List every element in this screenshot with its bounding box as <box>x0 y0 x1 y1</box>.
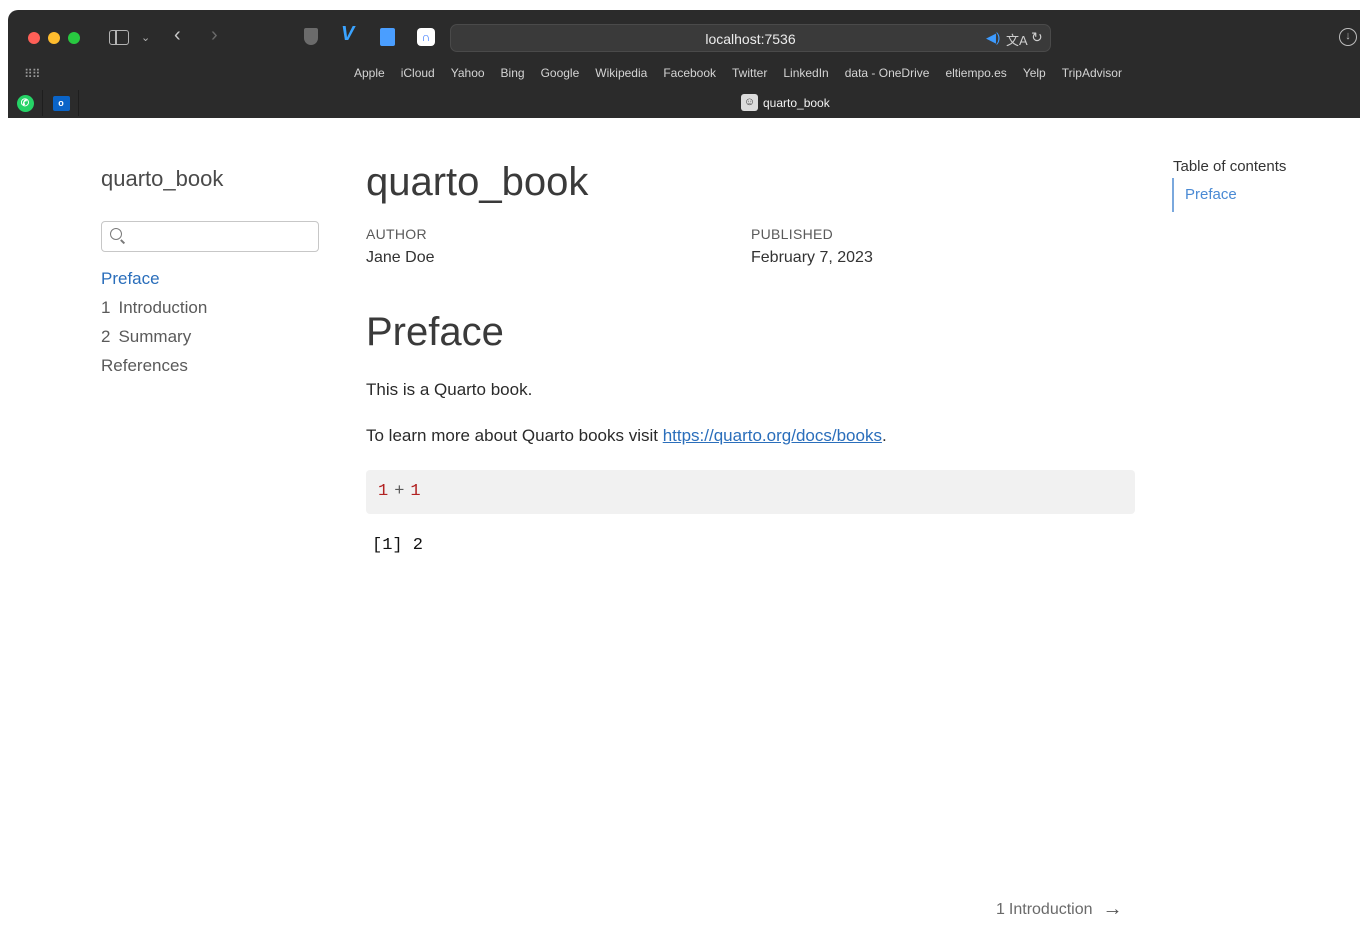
outlook-icon: o <box>52 95 70 111</box>
favorite-link[interactable]: Google <box>541 66 580 80</box>
author-value: Jane Doe <box>366 249 435 266</box>
paragraph-punctuation: . <box>881 426 887 445</box>
sidebar-item-summary[interactable]: 2 Summary <box>101 326 207 355</box>
shield-extension-icon[interactable] <box>304 28 318 45</box>
pinned-tab-outlook[interactable]: o <box>44 90 79 116</box>
minimize-window-button[interactable] <box>48 32 60 44</box>
paragraph-text: To learn more about Quarto books visit <box>366 426 663 445</box>
next-chapter-label: 1 Introduction <box>996 901 1093 919</box>
maximize-window-button[interactable] <box>68 32 80 44</box>
code-output: [1] 2 <box>372 536 424 555</box>
url-text: localhost:7536 <box>705 31 796 47</box>
favorite-link[interactable]: TripAdvisor <box>1062 66 1122 80</box>
page-content: quarto_book Preface 1 Introduction 2 Summa… <box>8 118 1360 933</box>
learn-more-paragraph: To learn more about Quarto books visit h… <box>366 426 887 446</box>
next-chapter-title: Introduction <box>1008 900 1093 918</box>
favorite-link[interactable]: Apple <box>354 66 385 80</box>
arrow-right-icon: → <box>1102 898 1123 920</box>
intro-paragraph: This is a Quarto book. <box>366 380 533 399</box>
browser-toolbar: ⌄ ‹ › V ∩ localhost:7536 ◀) 文A ↻ ↓ <box>8 10 1360 62</box>
forward-button[interactable]: › <box>211 25 218 45</box>
close-window-button[interactable] <box>28 32 40 44</box>
browser-chrome: ⌄ ‹ › V ∩ localhost:7536 ◀) 文A ↻ ↓ ⠿⠿ Ap… <box>8 10 1360 118</box>
sidebar-item-label: References <box>101 356 188 375</box>
document-extension-icon[interactable] <box>380 28 395 46</box>
next-chapter-link[interactable]: 1 Introduction → <box>996 898 1123 921</box>
v-extension-icon[interactable]: V <box>341 24 354 44</box>
toc-title: Table of contents <box>1173 158 1287 175</box>
favorite-link[interactable]: data - OneDrive <box>845 66 930 80</box>
favorite-link[interactable]: Yelp <box>1023 66 1046 80</box>
search-input[interactable] <box>128 226 313 248</box>
tab-bar: ✆ o ☺ quarto_book <box>8 90 1360 118</box>
translate-icon[interactable]: 文A <box>1006 30 1028 49</box>
speaker-icon[interactable]: ◀) <box>986 30 1000 46</box>
author-label: AUTHOR <box>366 226 427 242</box>
page-title: quarto_book <box>366 160 589 204</box>
favorites-bar: ⠿⠿ Apple iCloud Yahoo Bing Google Wikipedia Fa… <box>8 62 1360 84</box>
published-value: February 7, 2023 <box>751 249 873 266</box>
toc-item-preface[interactable]: Preface <box>1185 178 1237 212</box>
search-box[interactable] <box>101 221 319 252</box>
favorite-link[interactable]: Bing <box>501 66 525 80</box>
code-operator: + <box>394 482 405 501</box>
sidebar-item-number: 1 <box>101 298 111 317</box>
sidebar-item-label: Summary <box>118 327 192 346</box>
published-label: PUBLISHED <box>751 226 834 242</box>
reload-icon[interactable]: ↻ <box>1031 29 1043 46</box>
sidebar-toggle-icon[interactable] <box>109 30 129 45</box>
download-icon[interactable]: ↓ <box>1339 28 1357 46</box>
grid-icon[interactable]: ⠿⠿ <box>24 67 41 81</box>
favorite-link[interactable]: iCloud <box>401 66 435 80</box>
next-chapter-number: 1 <box>996 900 1005 918</box>
toc-list: Preface <box>1172 178 1237 212</box>
sidebar-nav: Preface 1 Introduction 2 Summary Reference… <box>101 268 207 384</box>
sidebar-item-references[interactable]: References <box>101 355 207 384</box>
section-heading: Preface <box>366 310 504 354</box>
code-number-left: 1 <box>378 482 389 501</box>
tab-favicon-icon: ☺ <box>741 94 758 111</box>
browser-window: ⌄ ‹ › V ∩ localhost:7536 ◀) 文A ↻ ↓ ⠿⠿ Ap… <box>8 10 1360 933</box>
sidebar-item-label: Preface <box>101 269 160 288</box>
sidebar-item-preface[interactable]: Preface <box>101 268 207 297</box>
favorite-link[interactable]: Facebook <box>663 66 716 80</box>
tab-title: quarto_book <box>763 95 830 110</box>
search-icon <box>110 228 122 240</box>
code-block[interactable]: 1 +1 <box>366 470 1135 514</box>
sidebar-item-label: Introduction <box>118 298 208 317</box>
app-extension-icon[interactable]: ∩ <box>417 28 435 46</box>
address-bar[interactable]: localhost:7536 ◀) 文A ↻ <box>450 24 1051 52</box>
favorite-link[interactable]: Twitter <box>732 66 767 80</box>
code-number-right: 1 <box>410 482 421 501</box>
back-button[interactable]: ‹ <box>174 25 181 45</box>
sidebar-item-number: 2 <box>101 327 111 346</box>
sidebar-item-introduction[interactable]: 1 Introduction <box>101 297 207 326</box>
whatsapp-icon: ✆ <box>16 94 34 112</box>
favorites-list: Apple iCloud Yahoo Bing Google Wikipedia Faceb… <box>354 66 1138 80</box>
chevron-down-icon[interactable]: ⌄ <box>141 30 150 46</box>
active-tab[interactable]: ☺ quarto_book <box>741 94 830 111</box>
favorite-link[interactable]: LinkedIn <box>783 66 828 80</box>
quarto-docs-link[interactable]: https://quarto.org/docs/books <box>663 426 882 445</box>
favorite-link[interactable]: eltiempo.es <box>945 66 1006 80</box>
favorite-link[interactable]: Yahoo <box>451 66 485 80</box>
favorite-link[interactable]: Wikipedia <box>595 66 647 80</box>
pinned-tab-whatsapp[interactable]: ✆ <box>8 90 43 116</box>
sidebar-title[interactable]: quarto_book <box>101 166 223 192</box>
